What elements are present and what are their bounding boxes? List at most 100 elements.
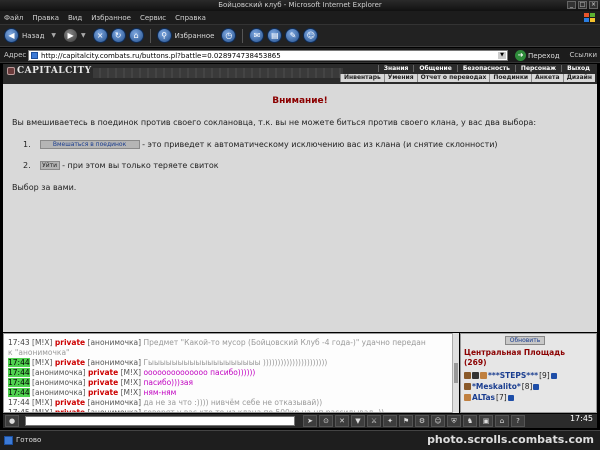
leave-button[interactable]: Уйти: [39, 161, 60, 170]
filter-private-icon[interactable]: ▼: [351, 415, 365, 427]
chat-nick[interactable]: [анонимочка]: [32, 378, 86, 387]
chat-target[interactable]: [M!X]: [121, 388, 141, 397]
chat-log[interactable]: 17:43 [M!X] private [анонимочка] Предмет…: [3, 333, 459, 413]
chat-target[interactable]: [M!X]: [121, 368, 141, 377]
send-icon[interactable]: ➤: [303, 415, 317, 427]
friends-icon[interactable]: ♞: [463, 415, 477, 427]
mail-icon[interactable]: ✉: [249, 28, 265, 43]
chat-time: 17:45: [8, 408, 30, 413]
links-button[interactable]: Ссылки: [569, 51, 597, 59]
clan-icon[interactable]: [480, 372, 487, 379]
clan-icon[interactable]: [464, 394, 471, 401]
nav-knowledge[interactable]: Знания: [377, 65, 414, 72]
chat-nick[interactable]: [анонимочка]: [32, 368, 86, 377]
home-icon[interactable]: ⌂: [128, 28, 144, 43]
chat-nick[interactable]: [M!X]: [32, 338, 52, 347]
user-level: [8]: [521, 382, 533, 391]
chat-private-tag[interactable]: private: [55, 398, 85, 407]
chat-input[interactable]: [25, 416, 295, 426]
chat-target[interactable]: [анонимочка]: [88, 408, 142, 412]
chat-private-tag[interactable]: private: [55, 358, 85, 367]
chat-message: к "анонимочка": [8, 348, 70, 357]
chat-line: 17:44 [анонимочка] private [M!X] пасибо)…: [4, 378, 458, 388]
info-icon[interactable]: [550, 372, 557, 379]
align-icon[interactable]: [472, 372, 479, 379]
back-arrow-icon[interactable]: ◀: [4, 28, 19, 43]
info-icon[interactable]: [533, 383, 540, 390]
nav-communication[interactable]: Общение: [413, 65, 456, 72]
refresh-icon[interactable]: ↻: [110, 28, 126, 43]
nav-skills[interactable]: Умения: [383, 74, 417, 82]
chat-time: 17:44: [8, 388, 30, 397]
messenger-icon[interactable]: ☺: [303, 28, 319, 43]
chat-scrollbar[interactable]: [452, 333, 459, 413]
chat-nick[interactable]: [M!X]: [32, 408, 52, 412]
smiley-icon[interactable]: ☺: [431, 415, 445, 427]
lock-icon[interactable]: ⚑: [399, 415, 413, 427]
menu-tools[interactable]: Сервис: [140, 14, 166, 22]
menu-file[interactable]: Файл: [4, 14, 23, 22]
nav-inventory[interactable]: Инвентарь: [339, 74, 384, 82]
menu-help[interactable]: Справка: [175, 14, 206, 22]
chat-private-tag[interactable]: private: [55, 408, 85, 412]
chat-private-tag[interactable]: private: [88, 378, 118, 387]
chat-nick[interactable]: [анонимочка]: [32, 388, 86, 397]
nav-character[interactable]: Персонаж: [514, 65, 561, 72]
chat-private-tag[interactable]: private: [55, 338, 85, 347]
minimize-button[interactable]: _: [567, 1, 576, 9]
history-icon[interactable]: ◷: [221, 28, 237, 43]
chat-target[interactable]: [анонимочка]: [88, 358, 142, 367]
interfere-battle-button[interactable]: Вмешаться в поединок: [39, 140, 140, 149]
edit-icon[interactable]: ✎: [285, 28, 301, 43]
chat-nick[interactable]: [M!X]: [32, 358, 52, 367]
chat-nick[interactable]: [M!X]: [32, 398, 52, 407]
search-icon[interactable]: ⚲: [156, 28, 172, 43]
watermark: photo.scrolls.combats.com: [427, 433, 594, 446]
menu-edit[interactable]: Правка: [32, 14, 59, 22]
chat-target[interactable]: [анонимочка]: [88, 398, 142, 407]
clan-icon[interactable]: [464, 372, 471, 379]
chat-scrollbar-thumb[interactable]: [454, 363, 458, 383]
address-input[interactable]: http://capitalcity.combats.ru/buttons.pl…: [28, 50, 508, 61]
user-name[interactable]: ***STEPS***: [488, 370, 538, 381]
stop-icon[interactable]: ×: [92, 28, 108, 43]
info-icon[interactable]: [507, 394, 514, 401]
nav-profile[interactable]: Анкета: [531, 74, 562, 82]
help-icon[interactable]: ?: [511, 415, 525, 427]
nav-transfers-report[interactable]: Отчет о переводах: [416, 74, 490, 82]
back-button-label[interactable]: Назад: [22, 32, 44, 40]
close-button[interactable]: ×: [589, 1, 598, 9]
chat-target[interactable]: [анонимочка]: [88, 338, 142, 347]
user-name[interactable]: ALTas: [472, 392, 495, 403]
settings-icon[interactable]: ⚙: [415, 415, 429, 427]
menu-view[interactable]: Вид: [68, 14, 82, 22]
address-dropdown-icon[interactable]: ▼: [498, 52, 506, 59]
refresh-button[interactable]: Обновить: [505, 336, 545, 345]
nav-design[interactable]: Дизайн: [562, 74, 595, 82]
chat-private-tag[interactable]: private: [88, 368, 118, 377]
forward-arrow-icon[interactable]: ▶: [63, 28, 79, 43]
exit-icon[interactable]: ⌂: [495, 415, 509, 427]
filter-icon[interactable]: ⊙: [319, 415, 333, 427]
address-url[interactable]: http://capitalcity.combats.ru/buttons.pl…: [41, 51, 281, 61]
back-dropdown-icon[interactable]: ▼: [51, 32, 56, 39]
nav-exit[interactable]: Выход: [561, 65, 595, 72]
chat-private-tag[interactable]: private: [88, 388, 118, 397]
clear-chat-icon[interactable]: ✕: [335, 415, 349, 427]
nav-battles[interactable]: Поединки: [489, 74, 531, 82]
clan-icon[interactable]: [464, 383, 471, 390]
menu-favorites[interactable]: Избранное: [91, 14, 131, 22]
chat-target[interactable]: [M!X]: [121, 378, 141, 387]
translit-icon[interactable]: ⚔: [367, 415, 381, 427]
go-button[interactable]: ➜ Переход: [515, 50, 560, 61]
fight-icon[interactable]: ✦: [383, 415, 397, 427]
favorites-button-label[interactable]: Избранное: [175, 32, 215, 40]
chat-menu-icon[interactable]: ●: [5, 415, 19, 427]
forward-dropdown-icon[interactable]: ▼: [81, 32, 86, 39]
nav-security[interactable]: Безопасность: [456, 65, 515, 72]
print-icon[interactable]: ▤: [267, 28, 283, 43]
user-name[interactable]: *Meskalito*: [472, 381, 521, 392]
clan-chat-icon[interactable]: ⛨: [447, 415, 461, 427]
book-icon[interactable]: ▣: [479, 415, 493, 427]
maximize-button[interactable]: □: [578, 1, 587, 9]
